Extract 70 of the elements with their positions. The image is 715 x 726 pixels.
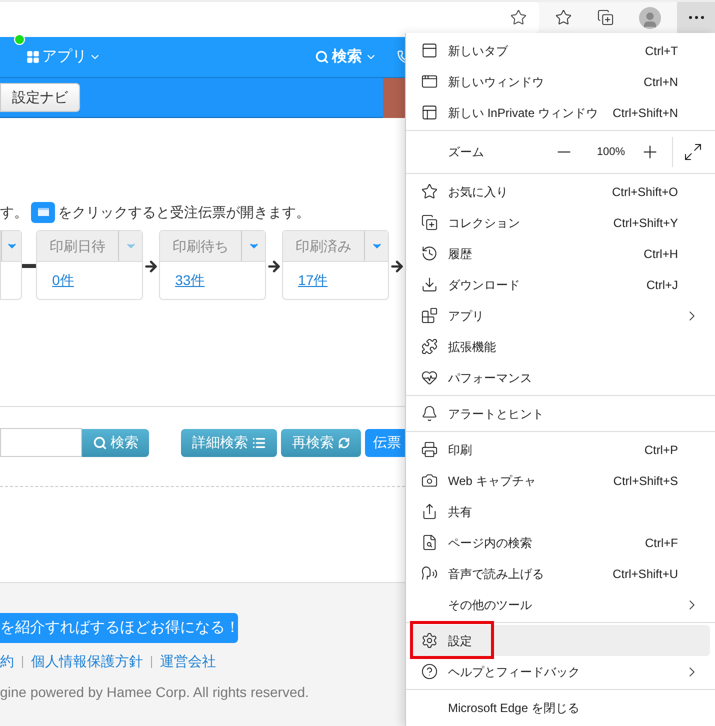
zoom-value: 100% (596, 144, 626, 160)
search-icon (92, 436, 106, 450)
zoom-label: ズーム (448, 144, 485, 161)
instruction-text: をクリックすると受注伝票が開きます。 (58, 202, 310, 222)
collections-icon[interactable] (597, 9, 614, 26)
menu-item[interactable]: 新しい InPrivate ウィンドウ Ctrl+Shift+N (411, 97, 710, 128)
page-search-icon (421, 534, 438, 551)
menu-item[interactable]: 拡張機能 (411, 331, 710, 362)
blocks-icon (421, 307, 438, 324)
fullscreen-icon[interactable] (683, 142, 703, 162)
count-link[interactable]: 33件 (175, 270, 266, 291)
menu-item[interactable]: コレクション Ctrl+Shift+Y (411, 207, 710, 238)
menu-item[interactable]: 新しいタブ Ctrl+T (411, 35, 710, 66)
count-link[interactable]: 0件 (52, 270, 142, 291)
menu-item[interactable]: アラートとヒント (411, 398, 710, 429)
window-icon (421, 73, 438, 90)
photo-placeholder (383, 78, 405, 118)
slip-icon (31, 202, 55, 222)
star-plus-icon[interactable] (510, 9, 527, 26)
dropdown-button[interactable] (1, 231, 21, 261)
menu-item[interactable]: ヘルプとフィードバック (411, 656, 710, 687)
instruction-text: す。 (0, 202, 28, 222)
footer-link[interactable]: 約 (0, 651, 14, 672)
menu-item[interactable]: ダウンロード Ctrl+J (411, 269, 710, 300)
grid-icon (26, 50, 40, 64)
menu-item[interactable]: 新しいウィンドウ Ctrl+N (411, 66, 710, 97)
camera-icon (421, 472, 438, 489)
status-label: 印刷済み (294, 236, 353, 256)
menu-item[interactable]: 印刷 Ctrl+P (411, 434, 710, 465)
menu-item[interactable]: Microsoft Edge を閉じる (411, 692, 710, 723)
menu-item[interactable]: パフォーマンス (411, 362, 710, 393)
footer-link[interactable]: 個人情報保護方針 (31, 651, 143, 672)
printer-icon (421, 441, 438, 458)
menu-item[interactable]: Web キャプチャ Ctrl+Shift+S (411, 465, 710, 496)
search-field[interactable] (0, 428, 82, 457)
copyright-text: gine powered by Hamee Corp. All rights reserved. (0, 683, 310, 702)
puzzle-icon (421, 338, 438, 355)
collections-icon (421, 214, 438, 231)
list-icon (252, 436, 266, 450)
menu-item[interactable]: アプリ (411, 300, 710, 331)
star-icon (421, 183, 438, 200)
favorites-icon[interactable] (555, 9, 572, 26)
profile-avatar[interactable] (639, 6, 661, 28)
menu-item[interactable]: その他のツール (411, 589, 710, 620)
menu-item[interactable]: ページ内の検索 Ctrl+F (411, 527, 710, 558)
download-icon (421, 276, 438, 293)
menu-item[interactable]: 共有 (411, 496, 710, 527)
setup-nav-button[interactable]: 設定ナビ (0, 83, 80, 112)
read-aloud-icon (421, 565, 438, 582)
search-icon (315, 50, 329, 64)
status-label: 印刷待ち (172, 236, 230, 256)
footer-link[interactable]: 運営会社 (160, 651, 216, 672)
menu-item[interactable]: 音声で読み上げる Ctrl+Shift+U (411, 558, 710, 589)
heart-pulse-icon (421, 369, 438, 386)
more-button[interactable] (677, 2, 715, 33)
dropdown-button[interactable] (241, 231, 266, 261)
dropdown-button[interactable] (364, 231, 388, 261)
menu-item[interactable]: お気に入り Ctrl+Shift+O (411, 176, 710, 207)
refresh-icon (338, 436, 350, 448)
menu-item[interactable]: 履歴 Ctrl+H (411, 238, 710, 269)
more-icon (688, 16, 704, 19)
status-label: 印刷日待 (48, 236, 107, 256)
history-icon (421, 245, 438, 262)
help-icon (421, 663, 438, 680)
share-icon (421, 503, 438, 520)
tab-icon (421, 42, 438, 59)
private-window-icon (421, 104, 438, 121)
count-link[interactable]: 17件 (298, 270, 388, 291)
settings-icon (421, 632, 438, 649)
bell-icon (421, 405, 438, 422)
